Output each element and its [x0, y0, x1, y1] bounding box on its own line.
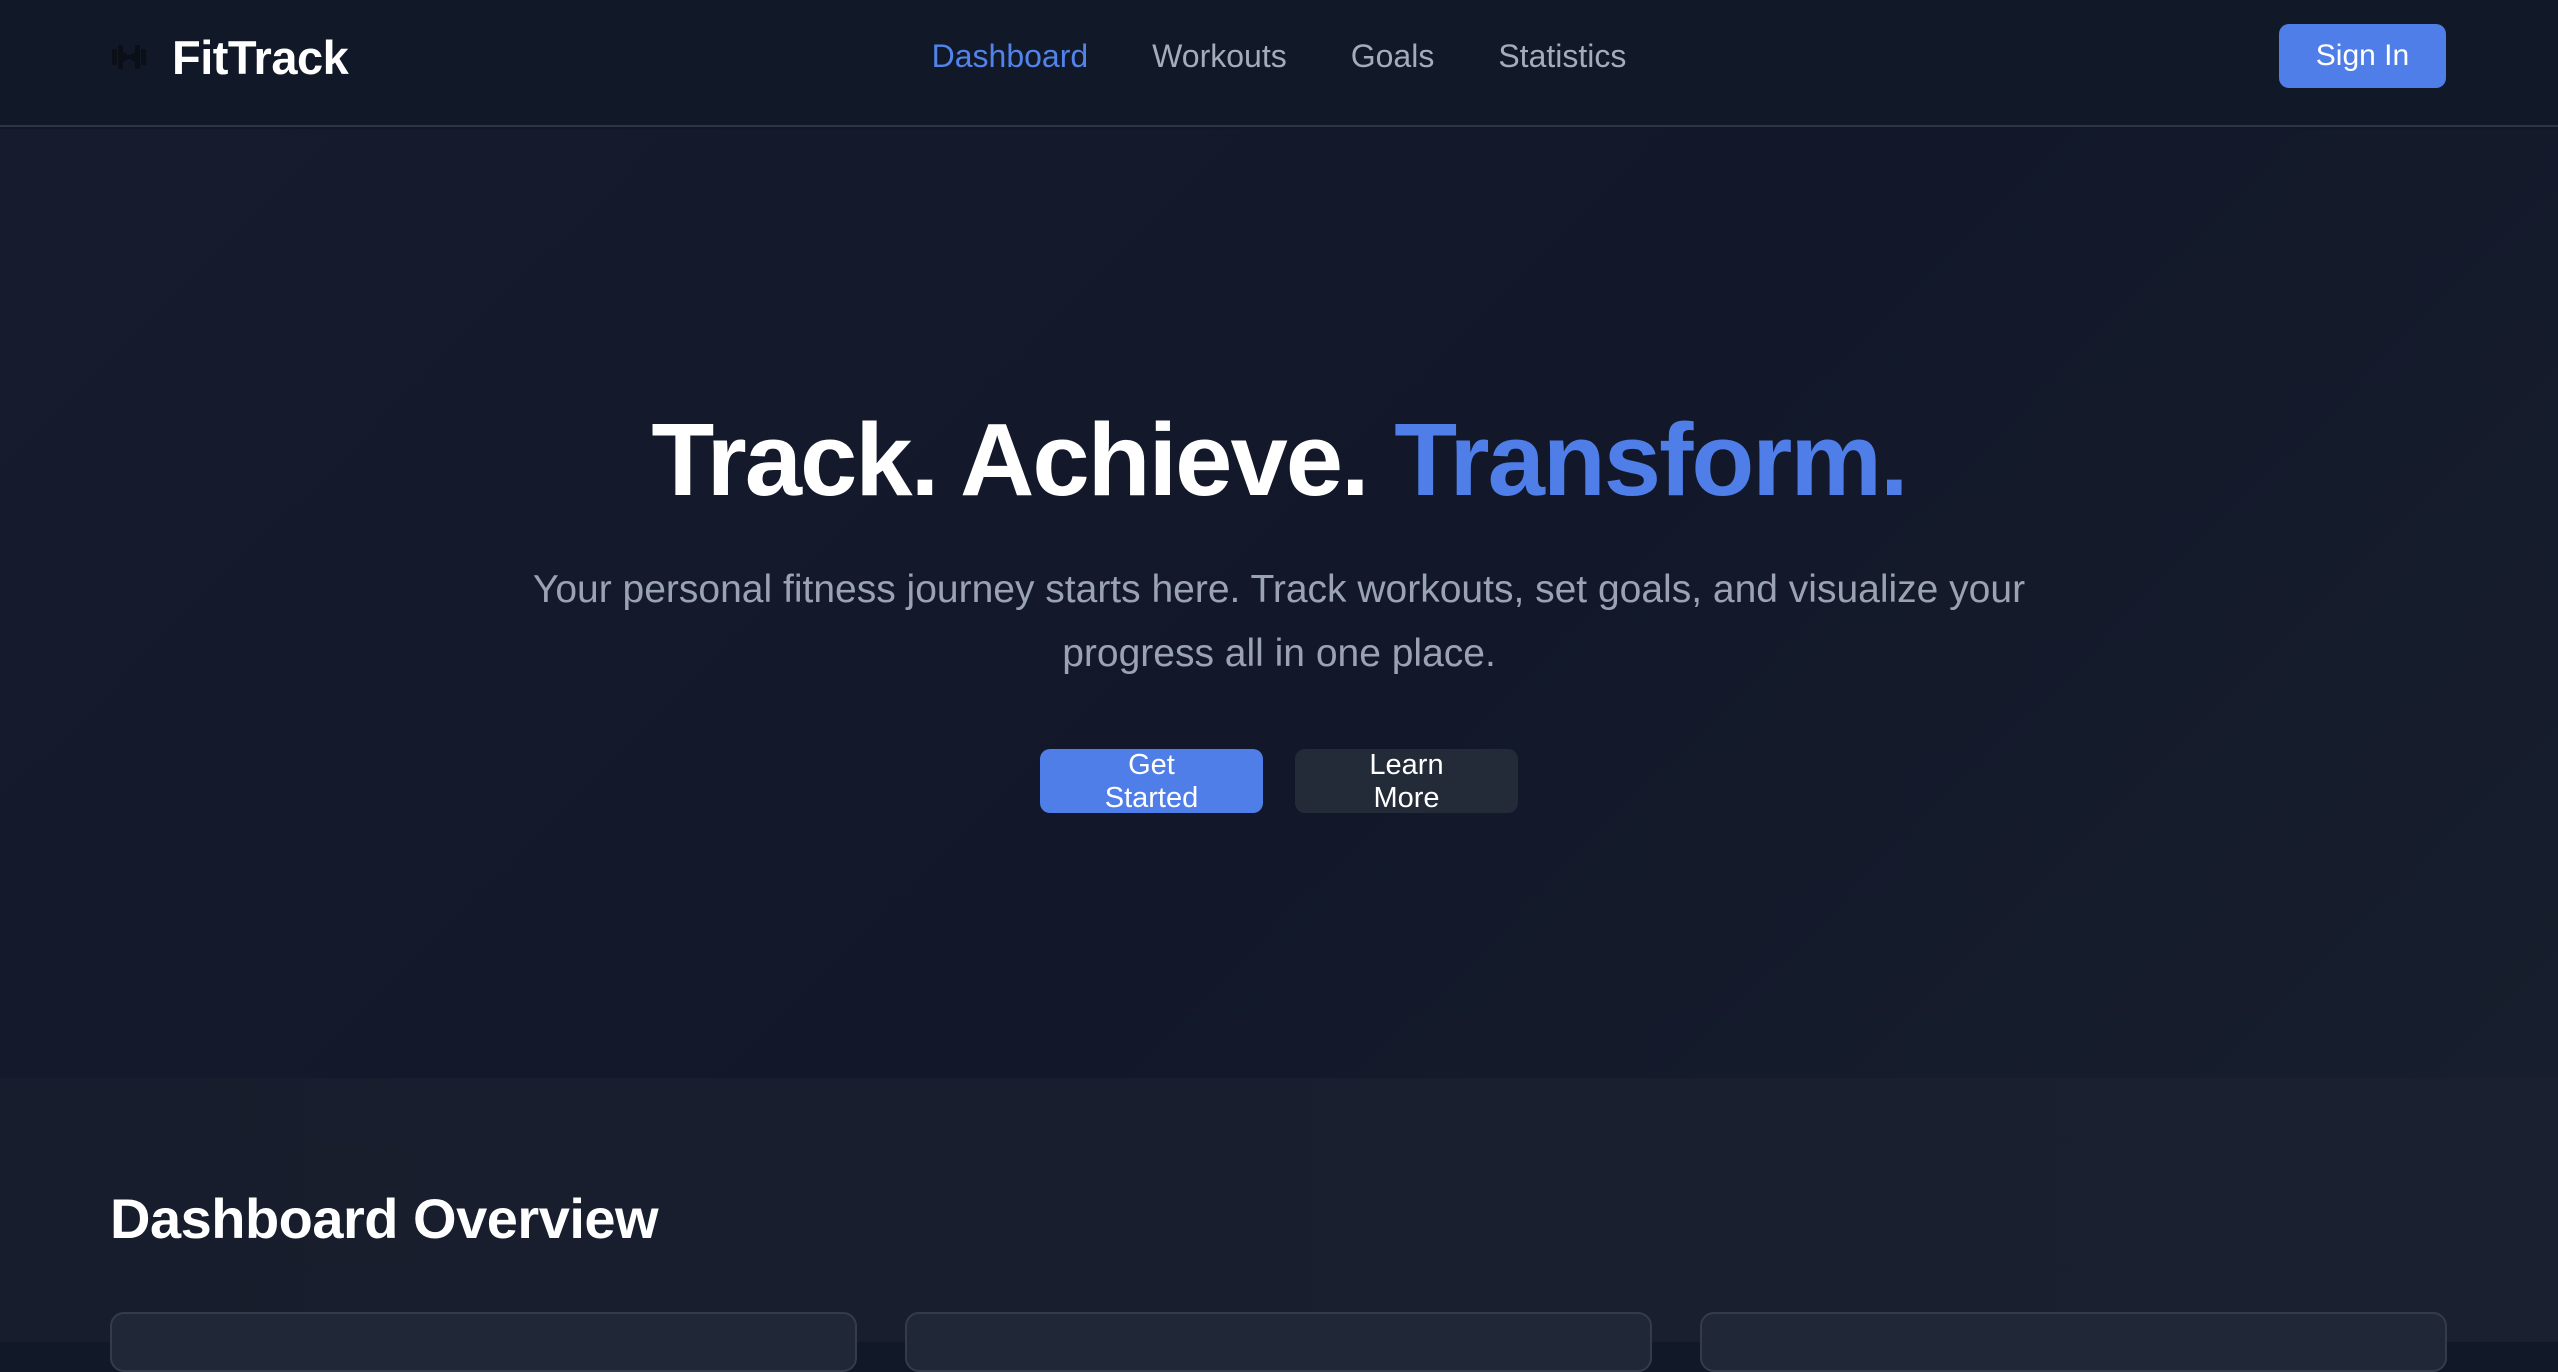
get-started-button[interactable]: Get Started [1040, 749, 1263, 814]
hero-title: Track. Achieve. Transform. [0, 400, 2558, 520]
top-navbar: FitTrack Dashboard Workouts Goals Statis… [0, 0, 2558, 127]
section-title: Dashboard Overview [110, 1187, 659, 1250]
sign-in-button[interactable]: Sign In [2279, 24, 2446, 88]
nav-link-statistics[interactable]: Statistics [1498, 38, 1626, 75]
hero-section: Track. Achieve. Transform. Your personal… [0, 129, 2558, 1078]
hero-title-main: Track. Achieve. [651, 402, 1395, 517]
overview-card [905, 1312, 1652, 1372]
nav-link-workouts[interactable]: Workouts [1152, 38, 1287, 75]
hero-title-accent: Transform. [1394, 402, 1908, 517]
hero-actions: Get Started Learn More [0, 749, 2558, 814]
hero-subtitle: Your personal fitness journey starts her… [532, 568, 2026, 675]
main-nav: Dashboard Workouts Goals Statistics [0, 0, 2558, 112]
dashboard-overview-section: Dashboard Overview [0, 1078, 2558, 1372]
overview-card [1700, 1312, 2447, 1372]
nav-link-dashboard[interactable]: Dashboard [932, 38, 1089, 75]
nav-link-goals[interactable]: Goals [1351, 38, 1435, 75]
overview-card [110, 1312, 857, 1372]
learn-more-button[interactable]: Learn More [1295, 749, 1518, 814]
